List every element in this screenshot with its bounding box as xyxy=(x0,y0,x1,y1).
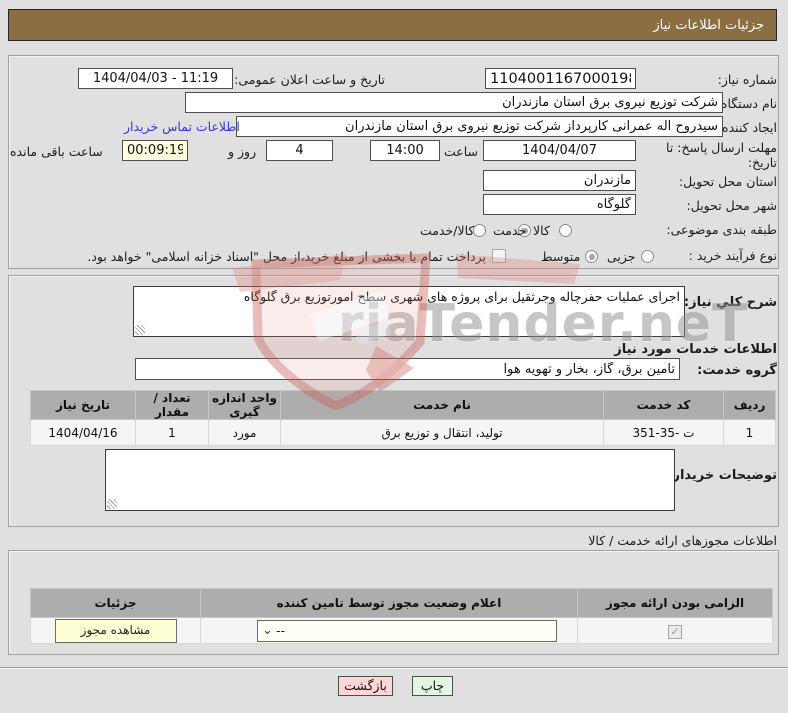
col-permit-status: اعلام وضعیت مجوز توسط تامین کننده xyxy=(200,588,578,618)
deadline-hour-label: ساعت xyxy=(444,144,479,159)
cell-service-code: 351-35- ت xyxy=(603,419,724,446)
col-need-date: تاریخ نیاز xyxy=(30,390,136,420)
treasury-checkbox[interactable] xyxy=(492,249,506,263)
cell-unit: مورد xyxy=(208,419,281,446)
cell-quantity: 1 xyxy=(135,419,209,446)
need-description-label: شرح کلي نیاز: xyxy=(683,295,777,310)
service-group-label: گروه خدمت: xyxy=(697,363,777,378)
deadline-label-line2: تاریخ: xyxy=(747,155,777,170)
delivery-city-label: شهر محل تحویل: xyxy=(686,198,777,213)
remaining-hours-label: ساعت باقی مانده xyxy=(10,144,103,159)
buyer-notes-label: توضیحات خریدار: xyxy=(667,468,777,483)
creator-field[interactable] xyxy=(236,116,723,137)
process-option-medium: متوسط xyxy=(541,249,581,264)
announce-datetime-field[interactable] xyxy=(78,68,233,89)
buyer-org-field[interactable] xyxy=(185,92,723,113)
need-description-textarea[interactable]: اجرای عملیات حفرچاله وجرثقیل برای پروژه … xyxy=(133,286,685,337)
back-button[interactable]: بازگشت xyxy=(338,676,393,696)
col-permit-required: الزامی بودن ارائه مجوز xyxy=(577,588,773,618)
col-service-code: کد خدمت xyxy=(603,390,724,420)
permits-heading: اطلاعات مجوزهای ارائه خدمت / کالا xyxy=(588,533,777,548)
permits-table: الزامی بودن ارائه مجوز اعلام وضعیت مجوز … xyxy=(30,588,773,644)
view-permit-button[interactable]: مشاهده مجوز xyxy=(54,618,177,643)
footer-divider-highlight xyxy=(0,668,788,669)
deadline-label-line1: مهلت ارسال پاسخ: تا xyxy=(666,140,777,155)
delivery-province-label: استان محل تحویل: xyxy=(678,174,777,189)
permit-required-checkbox[interactable]: ✓ xyxy=(668,625,682,639)
deadline-date-field[interactable] xyxy=(483,140,636,161)
process-radio-minor[interactable] xyxy=(641,250,654,263)
cell-permit-details: مشاهده مجوز xyxy=(30,617,201,644)
col-quantity: تعداد / مقدار xyxy=(135,390,209,420)
col-unit: واحد اندازه گیری xyxy=(208,390,281,420)
page-title: جزئیات اطلاعات نیاز xyxy=(8,9,777,41)
services-table-row: 1 351-35- ت تولید، انتقال و توزیع برق مو… xyxy=(30,419,776,446)
category-option-goods: کالا xyxy=(533,223,550,238)
purchase-process-label: نوع فرآیند خرید : xyxy=(688,248,777,263)
delivery-city-field[interactable] xyxy=(483,194,636,215)
cell-need-date: 1404/04/16 xyxy=(30,419,136,446)
services-header-row: ردیف کد خدمت نام خدمت واحد اندازه گیری ت… xyxy=(30,390,776,420)
deadline-time-field[interactable] xyxy=(370,140,440,161)
subject-category-label: طبقه بندی موضوعی: xyxy=(666,222,777,237)
permit-status-value: -- xyxy=(276,622,286,638)
process-option-minor: جزیی xyxy=(607,249,636,264)
announce-datetime-label: تاریخ و ساعت اعلان عمومی: xyxy=(234,72,385,87)
category-radio-goods-service[interactable] xyxy=(473,224,486,237)
cell-service-name: تولید، انتقال و توزیع برق xyxy=(280,419,604,446)
service-group-field[interactable] xyxy=(135,358,680,380)
process-radio-medium[interactable] xyxy=(585,250,598,263)
permit-status-select[interactable]: ⌄ -- xyxy=(257,619,557,642)
category-radio-goods[interactable] xyxy=(559,224,572,237)
buyer-contact-link[interactable]: اطلاعات تماس خریدار xyxy=(124,119,240,134)
deadline-label: مهلت ارسال پاسخ: تا تاریخ: xyxy=(647,140,777,170)
services-heading: اطلاعات خدمات مورد نیاز xyxy=(614,342,777,357)
print-button[interactable]: چاپ xyxy=(412,676,453,696)
delivery-province-field[interactable] xyxy=(483,170,636,191)
category-option-service: خدمت xyxy=(493,223,527,238)
permits-header-row: الزامی بودن ارائه مجوز اعلام وضعیت مجوز … xyxy=(30,588,773,618)
chevron-down-icon: ⌄ xyxy=(262,622,273,638)
buyer-notes-textarea[interactable] xyxy=(105,449,675,511)
remaining-days-field[interactable] xyxy=(266,140,333,161)
permits-table-row: ✓ ⌄ -- مشاهده مجوز xyxy=(30,617,773,644)
need-details-page: جزئیات اطلاعات نیاز شماره نیاز: تاریخ و … xyxy=(0,0,788,713)
cell-permit-required: ✓ xyxy=(577,617,773,644)
cell-row-number: 1 xyxy=(723,419,776,446)
col-service-name: نام خدمت xyxy=(280,390,604,420)
treasury-note-label: پرداخت تمام یا بخشی از مبلغ خرید،از محل … xyxy=(87,249,486,264)
col-row-number: ردیف xyxy=(723,390,776,420)
col-permit-details: جزئیات xyxy=(30,588,201,618)
days-and-label: روز و xyxy=(228,144,257,159)
need-number-field[interactable] xyxy=(485,68,636,89)
check-icon: ✓ xyxy=(670,625,680,638)
need-number-label: شماره نیاز: xyxy=(717,72,777,87)
services-table: ردیف کد خدمت نام خدمت واحد اندازه گیری ت… xyxy=(30,390,776,446)
remaining-time-field[interactable] xyxy=(122,140,188,161)
category-option-goods-service: کالا/خدمت xyxy=(420,223,475,238)
cell-permit-status: ⌄ -- xyxy=(200,617,578,644)
